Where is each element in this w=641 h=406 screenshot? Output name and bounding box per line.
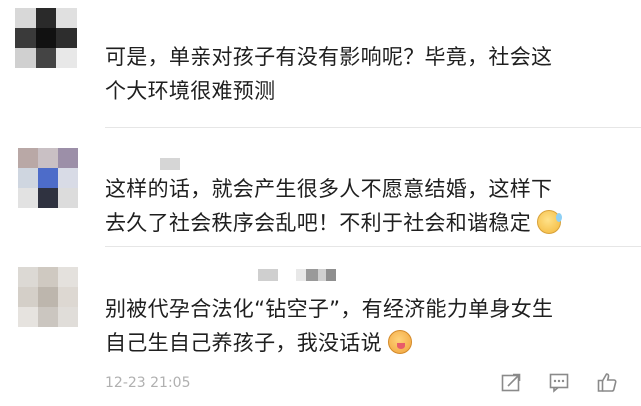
comment-item: 这样的话，就会产生很多人不愿意结婚，这样下 去久了社会秩序会乱吧！不利于社会和谐… [0, 128, 641, 247]
comment-item: 别被代孕合法化“钻空子”，有经济能力单身女生 自己生自己养孩子，我没话说 12-… [0, 247, 641, 406]
thumbs-up-icon [597, 373, 617, 392]
avatar[interactable] [18, 267, 78, 327]
cold-sweat-emoji [537, 210, 562, 234]
username-blurred [160, 158, 180, 170]
comment-button[interactable] [547, 370, 571, 394]
comment-actions [499, 370, 619, 394]
drooling-emoji [387, 330, 412, 354]
share-button[interactable] [499, 370, 523, 394]
avatar[interactable] [18, 148, 78, 208]
username-blurred [296, 269, 336, 281]
comment-icon [549, 373, 569, 393]
share-icon [501, 373, 521, 392]
comment-text: 别被代孕合法化“钻空子”，有经济能力单身女生 自己生自己养孩子，我没话说 [105, 292, 630, 360]
comment-timestamp: 12-23 21:05 [105, 375, 191, 391]
like-button[interactable] [595, 370, 619, 394]
comment-text: 可是，单亲对孩子有没有影响呢？毕竟，社会这 个大环境很难预测 [105, 45, 553, 103]
avatar[interactable] [15, 8, 77, 68]
comment-item: 可是，单亲对孩子有没有影响呢？毕竟，社会这 个大环境很难预测 [0, 0, 641, 128]
comment-text: 这样的话，就会产生很多人不愿意结婚，这样下 去久了社会秩序会乱吧！不利于社会和谐… [105, 172, 630, 240]
comment-text-content: 这样的话，就会产生很多人不愿意结婚，这样下 去久了社会秩序会乱吧！不利于社会和谐… [105, 177, 553, 235]
comment-text-content: 别被代孕合法化“钻空子”，有经济能力单身女生 自己生自己养孩子，我没话说 [105, 297, 554, 355]
username-blurred [258, 269, 278, 281]
